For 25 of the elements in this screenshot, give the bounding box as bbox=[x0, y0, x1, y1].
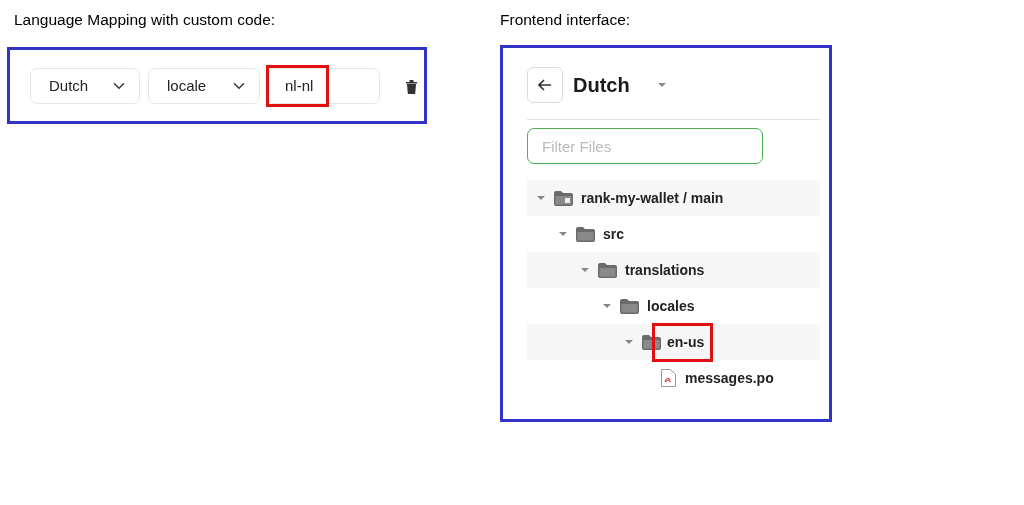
mapping-type-select[interactable]: locale bbox=[148, 67, 260, 104]
expand-caret-icon[interactable] bbox=[581, 267, 589, 273]
folder-name[interactable]: src bbox=[603, 221, 625, 247]
folder-name[interactable]: en-us bbox=[655, 325, 711, 359]
back-button[interactable] bbox=[527, 67, 563, 104]
folder-icon bbox=[598, 262, 617, 278]
dropdown-caret-icon[interactable] bbox=[657, 82, 666, 88]
expand-caret-icon[interactable] bbox=[537, 195, 545, 201]
language-title: Dutch bbox=[573, 73, 630, 99]
language-select[interactable]: Dutch bbox=[30, 67, 140, 104]
folder-icon bbox=[576, 226, 595, 242]
filter-files-field[interactable]: Filter Files bbox=[527, 128, 763, 165]
custom-code-field[interactable]: nl-nl bbox=[268, 67, 380, 104]
expand-caret-icon[interactable] bbox=[625, 339, 633, 345]
folder-name[interactable]: locales bbox=[647, 293, 695, 319]
folder-name[interactable]: translations bbox=[625, 257, 705, 283]
file-name[interactable]: messages.po bbox=[685, 365, 774, 391]
section-caption: Language Mapping with custom code: bbox=[14, 10, 277, 30]
back-arrow-icon bbox=[538, 79, 552, 92]
section-caption: Frontend interface: bbox=[500, 10, 632, 30]
expand-caret-icon[interactable] bbox=[603, 303, 611, 309]
expand-caret-icon[interactable] bbox=[559, 231, 567, 237]
file-icon bbox=[661, 369, 676, 388]
repository-folder-icon bbox=[554, 190, 573, 206]
folder-icon bbox=[620, 298, 639, 314]
